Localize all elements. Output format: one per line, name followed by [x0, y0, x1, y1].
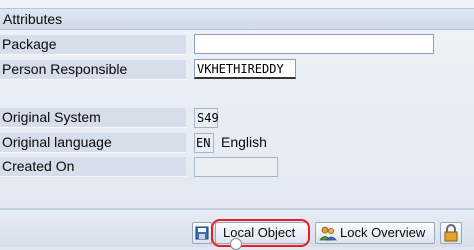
- created-on-label: Created On: [0, 157, 186, 177]
- section-title: Attributes: [3, 11, 63, 27]
- save-button[interactable]: [192, 222, 212, 244]
- lock-button[interactable]: [440, 222, 462, 244]
- users-icon: [319, 226, 337, 241]
- padlock-icon: [444, 224, 458, 242]
- original-system-label: Original System: [0, 108, 186, 128]
- original-language-label: Original language: [0, 133, 186, 153]
- package-input[interactable]: [194, 34, 434, 54]
- highlight-ring: [211, 219, 310, 247]
- lock-overview-label: Lock Overview: [340, 225, 426, 240]
- save-icon: [195, 226, 209, 240]
- lock-overview-button[interactable]: Lock Overview: [315, 222, 435, 244]
- attributes-panel: Attributes Package Person Responsible VK…: [0, 0, 474, 208]
- section-header: Attributes: [0, 8, 474, 30]
- original-language-name: English: [221, 134, 267, 150]
- package-label: Package: [0, 35, 186, 55]
- pointer-cursor: [230, 238, 242, 250]
- original-system-field: S49: [194, 108, 219, 128]
- person-responsible-label: Person Responsible: [0, 60, 186, 80]
- original-language-code: EN: [194, 133, 214, 153]
- created-on-field: [194, 157, 278, 177]
- person-responsible-field[interactable]: VKHETHIREDDY: [194, 59, 296, 79]
